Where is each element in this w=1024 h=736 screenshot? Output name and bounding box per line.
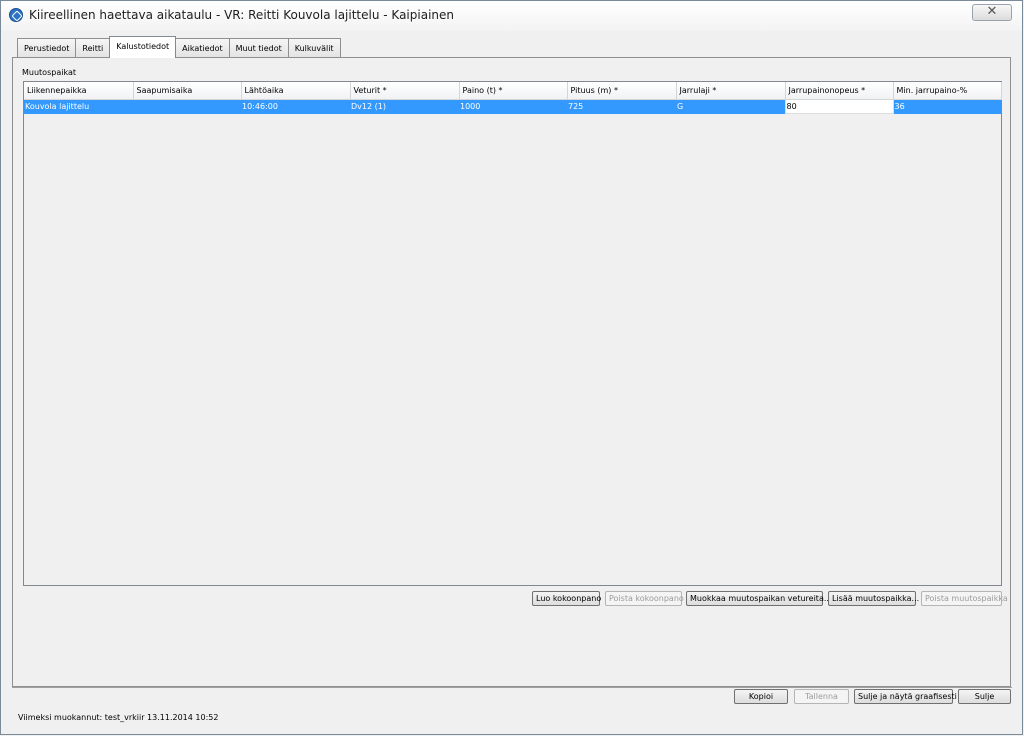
column-header[interactable]: Liikennepaikka [24,82,134,100]
tab-kulkuvalit[interactable]: Kulkuvälit [287,38,341,58]
column-header[interactable]: Jarrupainonopeus * [785,82,894,100]
footer-divider [12,687,1012,688]
save-button[interactable]: Tallenna [794,689,849,704]
column-header[interactable]: Jarrulaji * [676,82,786,100]
table-cell[interactable] [133,99,241,114]
column-header[interactable]: Lähtöaika [241,82,351,100]
copy-button[interactable]: Kopioi [734,689,788,704]
table-row[interactable]: Kouvola lajittelu 10:46:00 Dv12 (1) 1000… [24,99,1001,114]
column-header[interactable]: Paino (t) * [459,82,568,100]
window-close-button[interactable]: ✕ [972,4,1012,21]
table-header-row: Liikennepaikka Saapumisaika Lähtöaika Ve… [24,82,1002,100]
last-modified-status: Viimeksi muokannut: test_vrkiir 13.11.20… [18,713,219,722]
column-header[interactable]: Min. jarrupaino-% [893,82,1002,100]
tab-reitti[interactable]: Reitti [75,38,111,58]
table-cell[interactable]: Kouvola lajittelu [24,99,133,114]
close-icon: ✕ [986,4,998,19]
tab-kalustotiedot[interactable]: Kalustotiedot [109,36,177,58]
window-title: Kiireellinen haettava aikataulu - VR: Re… [29,8,454,22]
edit-locomotives-button[interactable]: Muokkaa muutospaikan vetureita... [686,591,831,606]
table-cell[interactable]: Dv12 (1) [350,99,459,114]
remove-change-point-button[interactable]: Poista muutospaikka [921,591,1008,606]
table-cell[interactable]: 725 [567,99,676,114]
change-points-table[interactable]: Liikennepaikka Saapumisaika Lähtöaika Ve… [23,81,1002,586]
close-and-show-graphical-button[interactable]: Sulje ja näytä graafisesti [854,689,957,704]
table-cell[interactable]: 1000 [459,99,567,114]
table-cell[interactable]: G [676,99,785,114]
remove-composition-button[interactable]: Poista kokoonpano [605,591,684,606]
table-cell[interactable]: 10:46:00 [241,99,350,114]
tab-muut-tiedot[interactable]: Muut tiedot [228,38,289,58]
table-cell-editor[interactable]: 80 [784,99,894,114]
section-label: Muutospaikat [22,68,76,77]
table-cell[interactable]: 36 [893,99,1001,114]
app-logo-icon [9,8,23,22]
column-header[interactable]: Pituus (m) * [567,82,677,100]
tab-bar: Perustiedot Reitti Kalustotiedot Aikatie… [17,36,341,58]
column-header[interactable]: Veturit * [350,82,460,100]
app-window: Kiireellinen haettava aikataulu - VR: Re… [0,0,1023,735]
close-button[interactable]: Sulje [958,689,1011,704]
column-header[interactable]: Saapumisaika [133,82,242,100]
title-bar: Kiireellinen haettava aikataulu - VR: Re… [1,1,1022,31]
add-change-point-button[interactable]: Lisää muutospaikka... [828,591,919,606]
tab-perustiedot[interactable]: Perustiedot [17,38,77,58]
create-composition-button[interactable]: Luo kokoonpano [532,591,601,606]
tab-aikatiedot[interactable]: Aikatiedot [175,38,230,58]
